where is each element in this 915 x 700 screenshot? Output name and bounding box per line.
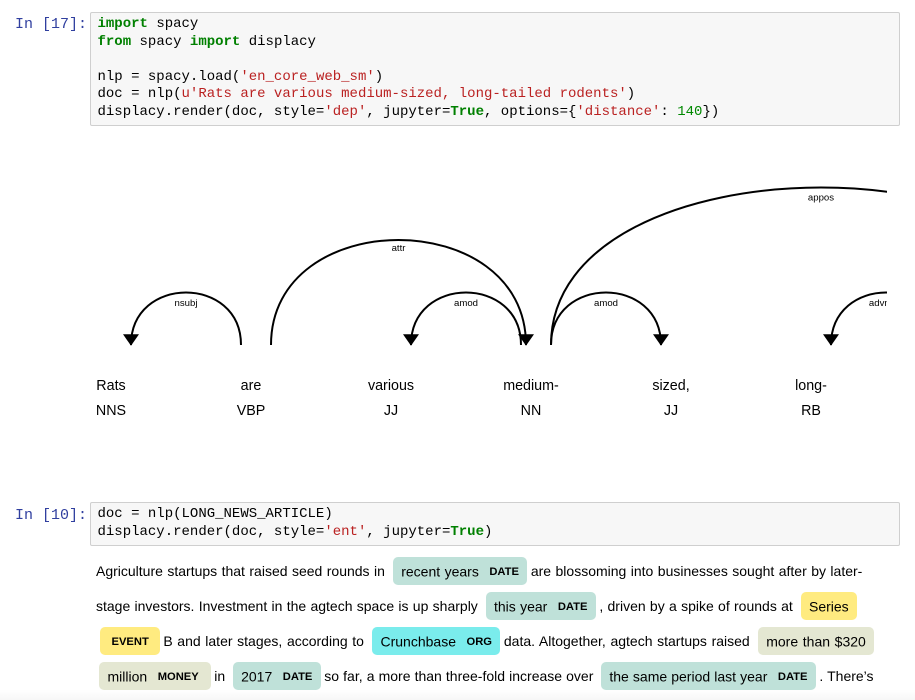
svg-text:JJ: JJ [384, 403, 398, 419]
svg-text:JJ: JJ [664, 403, 678, 419]
svg-text:VBP: VBP [237, 403, 266, 419]
svg-text:nsubj: nsubj [175, 298, 198, 309]
svg-text:sized,: sized, [652, 378, 689, 394]
svg-text:long-: long- [795, 378, 827, 394]
svg-text:amod: amod [594, 298, 618, 309]
svg-text:NN: NN [521, 403, 542, 419]
svg-text:various: various [368, 378, 414, 394]
svg-text:advmod: advmod [869, 298, 887, 309]
svg-text:are: are [241, 378, 262, 394]
svg-text:amod: amod [454, 298, 478, 309]
svg-text:attr: attr [392, 243, 407, 254]
svg-text:medium-: medium- [503, 378, 559, 394]
svg-text:Rats: Rats [96, 378, 125, 394]
svg-text:RB: RB [801, 403, 821, 419]
svg-text:appos: appos [808, 193, 834, 204]
svg-text:NNS: NNS [96, 403, 126, 419]
